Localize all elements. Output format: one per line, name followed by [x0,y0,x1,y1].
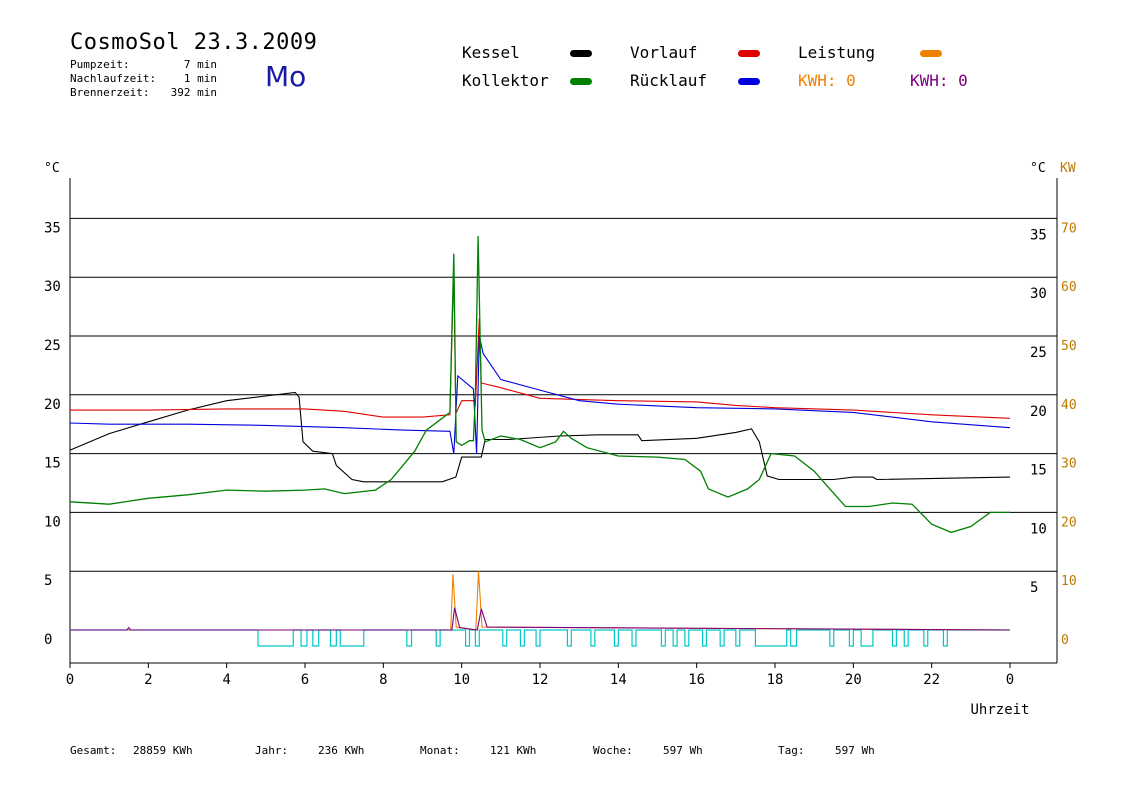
x-tick-label: 8 [379,672,387,688]
series-kollektor [69,235,1010,534]
footer-woche-label: Woche: [593,744,633,757]
series-vorlauf [70,265,1011,419]
kw-tick: 70 [1061,221,1077,236]
x-tick-label: 16 [688,672,705,688]
y-tick-left: 5 [44,573,52,589]
y-tick-right: 15 [1030,463,1047,479]
x-axis-label: Uhrzeit [970,702,1029,718]
y-tick-right: 35 [1030,227,1047,243]
kw-tick: 40 [1061,398,1077,413]
y-axis-label-right: °C [1030,161,1046,176]
footer-tag-value: 597 Wh [835,744,875,757]
y-tick-right: 20 [1030,404,1047,420]
temperature-chart: 0 05 5 1010 10 2015 15 3020 20 4025 25 5030 30 6035 35… [44,161,1077,718]
x-tick-label: 14 [610,672,627,688]
series-kwh [70,607,1011,631]
footer-jahr-label: Jahr: [255,744,289,757]
y-tick-left: 20 [44,397,61,413]
footer-gesamt-value: 28859 KWh [133,744,193,757]
x-tick-label: 2 [144,672,152,688]
y-tick-left: 0 [44,632,52,648]
y-tick-right: 5 [1030,580,1038,596]
y-axis-label-kw: KW [1060,161,1076,176]
x-tick-label: 10 [453,672,470,688]
footer-woche-value: 597 Wh [663,744,703,757]
x-tick-label: 20 [845,672,862,688]
x-tick-label: 4 [222,672,230,688]
footer-monat-label: Monat: [420,744,460,757]
y-tick-left: 25 [44,338,61,354]
footer-gesamt-label: Gesamt: [70,744,117,757]
x-tick-label: 6 [301,672,309,688]
y-tick-right: 25 [1030,345,1047,361]
y-tick-left: 30 [44,279,61,295]
x-tick-label: 12 [532,672,549,688]
x-tick-label: 22 [923,672,940,688]
kw-tick: 10 [1061,574,1077,589]
footer-monat-value: 121 KWh [490,744,537,757]
kw-tick: 30 [1061,457,1077,472]
kw-tick: 20 [1061,515,1077,530]
footer-jahr-value: 236 KWh [318,744,365,757]
y-tick-right: 30 [1030,286,1047,302]
kw-tick: 60 [1061,280,1077,295]
y-tick-right: 10 [1030,521,1047,537]
series-kessel [69,391,1011,483]
y-tick-left: 35 [44,220,61,236]
y-axis-label-left: °C [44,161,60,176]
x-tick-label: 18 [767,672,784,688]
y-tick-left: 10 [44,514,61,530]
kw-tick: 50 [1061,339,1077,354]
series-leistung [70,571,1011,631]
x-tick-label: 0 [1006,672,1014,688]
x-tick-label: 0 [66,672,74,688]
footer-tag-label: Tag: [778,744,805,757]
kw-tick: 0 [1061,633,1069,648]
pump-status-series [70,629,1010,647]
y-tick-left: 15 [44,456,61,472]
